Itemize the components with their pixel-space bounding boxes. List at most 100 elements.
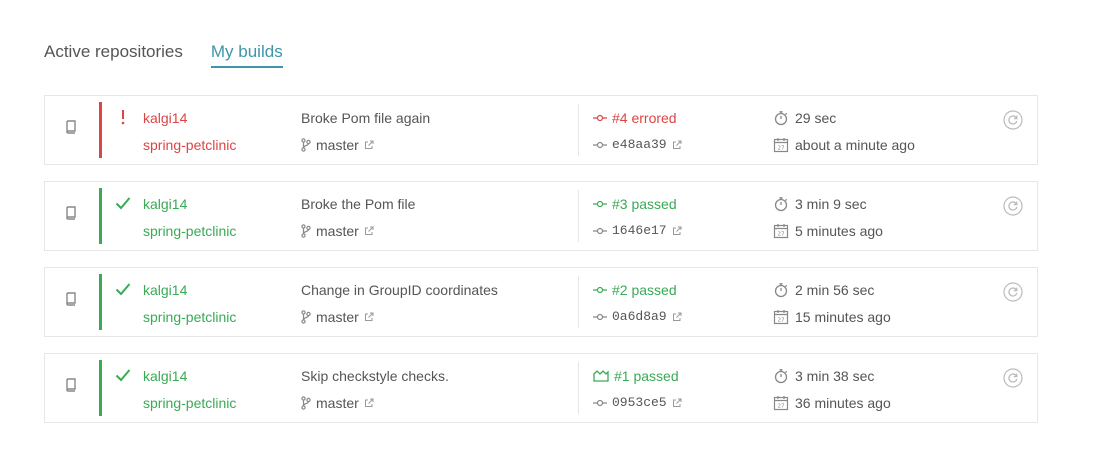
build-number[interactable]: #4 errored [593, 110, 677, 126]
build-number[interactable]: #2 passed [593, 282, 677, 298]
finished-at: 27 5 minutes ago [773, 223, 883, 239]
stopwatch-icon [773, 196, 789, 212]
branch[interactable]: master [301, 395, 374, 411]
owner-link[interactable]: kalgi14 [143, 196, 187, 212]
build-row: kalgi14 spring-petclinic Broke Pom file … [44, 95, 1038, 165]
repo-link[interactable]: spring-petclinic [143, 137, 236, 153]
commit-icon [593, 286, 607, 294]
commit-icon [593, 313, 607, 321]
repo-link[interactable]: spring-petclinic [143, 309, 236, 325]
svg-text:27: 27 [778, 146, 785, 152]
finished-text: 15 minutes ago [795, 309, 891, 325]
duration: 2 min 56 sec [773, 282, 874, 298]
svg-text:27: 27 [778, 318, 785, 324]
state-bar [99, 360, 102, 416]
commit-sha-text: 0953ce5 [612, 395, 667, 410]
passed-icon [115, 366, 131, 384]
commit-icon [593, 399, 607, 407]
owner-link[interactable]: kalgi14 [143, 368, 187, 384]
stopwatch-icon [773, 110, 789, 126]
external-link-icon [672, 312, 682, 322]
build-status-text: #2 passed [612, 282, 677, 298]
passed-icon [115, 280, 131, 298]
commit-icon [593, 200, 607, 208]
calendar-icon: 27 [773, 137, 789, 153]
build-number[interactable]: #3 passed [593, 196, 677, 212]
state-bar [99, 188, 102, 244]
restart-build-icon[interactable] [1003, 282, 1023, 302]
repo-link[interactable]: spring-petclinic [143, 223, 236, 239]
state-bar [99, 102, 102, 158]
repo-icon [65, 292, 77, 306]
external-link-icon [672, 398, 682, 408]
calendar-icon: 27 [773, 309, 789, 325]
commit-icon [593, 141, 607, 149]
duration: 29 sec [773, 110, 836, 126]
build-number[interactable]: #1 passed [593, 368, 679, 384]
divider [578, 190, 579, 242]
divider [578, 276, 579, 328]
tab-active-repositories[interactable]: Active repositories [44, 42, 183, 68]
repo-icon [65, 378, 77, 392]
commit-sha[interactable]: e48aa39 [593, 137, 682, 152]
finished-at: 27 36 minutes ago [773, 395, 891, 411]
commit-sha-text: 1646e17 [612, 223, 667, 238]
branch[interactable]: master [301, 223, 374, 239]
branch[interactable]: master [301, 137, 374, 153]
commit-icon [593, 114, 607, 122]
restart-build-icon[interactable] [1003, 196, 1023, 216]
calendar-icon: 27 [773, 395, 789, 411]
branch-icon [301, 224, 311, 238]
tabs: Active repositories My builds [44, 42, 283, 68]
finished-text: about a minute ago [795, 137, 915, 153]
finished-at: 27 15 minutes ago [773, 309, 891, 325]
repo-link[interactable]: spring-petclinic [143, 395, 236, 411]
external-link-icon [364, 398, 374, 408]
commit-message[interactable]: Broke Pom file again [301, 110, 430, 126]
push-icon [593, 370, 609, 382]
duration: 3 min 9 sec [773, 196, 867, 212]
state-bar [99, 274, 102, 330]
branch[interactable]: master [301, 309, 374, 325]
tab-my-builds[interactable]: My builds [210, 42, 283, 68]
external-link-icon [364, 312, 374, 322]
repo-icon [65, 120, 77, 134]
builds-list: kalgi14 spring-petclinic Broke Pom file … [44, 95, 1038, 439]
finished-text: 36 minutes ago [795, 395, 891, 411]
branch-name: master [316, 137, 359, 153]
owner-link[interactable]: kalgi14 [143, 282, 187, 298]
svg-text:27: 27 [778, 232, 785, 238]
svg-text:27: 27 [778, 404, 785, 410]
divider [578, 104, 579, 156]
build-row: kalgi14 spring-petclinic Broke the Pom f… [44, 181, 1038, 251]
stopwatch-icon [773, 368, 789, 384]
commit-message[interactable]: Change in GroupID coordinates [301, 282, 498, 298]
branch-name: master [316, 395, 359, 411]
build-status-text: #1 passed [614, 368, 679, 384]
duration: 3 min 38 sec [773, 368, 874, 384]
build-status-text: #4 errored [612, 110, 677, 126]
commit-sha[interactable]: 0953ce5 [593, 395, 682, 410]
branch-name: master [316, 223, 359, 239]
finished-at: 27 about a minute ago [773, 137, 915, 153]
owner-link[interactable]: kalgi14 [143, 110, 187, 126]
commit-sha[interactable]: 0a6d8a9 [593, 309, 682, 324]
duration-text: 3 min 38 sec [795, 368, 875, 384]
external-link-icon [364, 140, 374, 150]
branch-icon [301, 138, 311, 152]
restart-build-icon[interactable] [1003, 110, 1023, 130]
calendar-icon: 27 [773, 223, 789, 239]
repo-icon [65, 206, 77, 220]
commit-message[interactable]: Skip checkstyle checks. [301, 368, 449, 384]
commit-sha[interactable]: 1646e17 [593, 223, 682, 238]
restart-build-icon[interactable] [1003, 368, 1023, 388]
external-link-icon [672, 226, 682, 236]
commit-sha-text: 0a6d8a9 [612, 309, 667, 324]
duration-text: 3 min 9 sec [795, 196, 867, 212]
commit-icon [593, 227, 607, 235]
commit-message[interactable]: Broke the Pom file [301, 196, 415, 212]
external-link-icon [672, 140, 682, 150]
external-link-icon [364, 226, 374, 236]
duration-text: 29 sec [795, 110, 837, 126]
passed-icon [115, 194, 131, 212]
